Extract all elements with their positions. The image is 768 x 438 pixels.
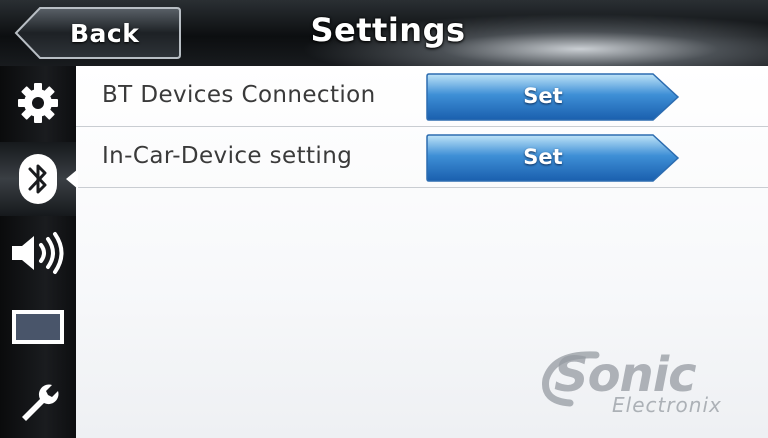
list-item-in-car-device: In-Car-Device setting Set <box>76 127 768 188</box>
gear-icon <box>18 83 58 123</box>
sonic-electronix-watermark: Sonic Electronix <box>540 345 750 419</box>
sidebar-item-audio[interactable] <box>0 216 76 290</box>
active-pointer <box>66 169 78 189</box>
page-title: Settings <box>310 11 466 49</box>
header-bar: Back Settings <box>0 0 768 66</box>
back-button[interactable]: Back <box>14 6 182 60</box>
row-label: BT Devices Connection <box>102 82 376 108</box>
sidebar-item-bluetooth[interactable] <box>0 142 76 216</box>
sidebar <box>0 66 76 438</box>
wrench-icon <box>22 384 59 421</box>
sidebar-item-system[interactable] <box>0 364 76 438</box>
sidebar-item-general[interactable] <box>0 66 76 140</box>
display-icon <box>12 310 64 344</box>
set-button-label: Set <box>523 145 563 169</box>
sidebar-item-display[interactable] <box>0 290 76 364</box>
back-button-label: Back <box>70 19 140 48</box>
row-label: In-Car-Device setting <box>102 143 353 169</box>
set-button-bt-devices[interactable]: Set <box>425 72 681 122</box>
watermark-sub: Electronix <box>612 393 722 417</box>
set-button-label: Set <box>523 84 563 108</box>
settings-content: BT Devices Connection Set In-Car-Device … <box>76 66 768 438</box>
bluetooth-icon <box>19 154 57 204</box>
speaker-icon <box>12 232 64 274</box>
list-item-bt-devices: BT Devices Connection Set <box>76 66 768 127</box>
set-button-in-car-device[interactable]: Set <box>425 133 681 183</box>
